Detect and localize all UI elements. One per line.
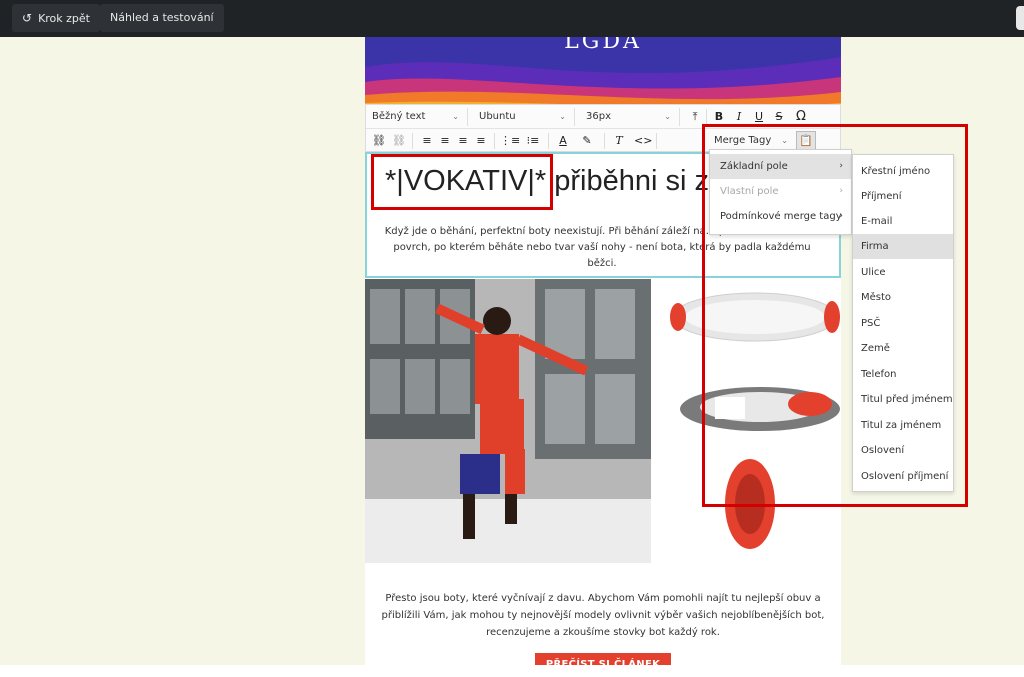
top-toolbar: ↺ Krok zpět Náhled a testování <box>0 0 1024 37</box>
runner-photo-graphic <box>365 279 651 563</box>
font-size-value: 36px <box>586 111 611 122</box>
toolbar-divider <box>706 109 707 125</box>
toolbar-divider <box>548 133 549 149</box>
chevron-down-icon: ⌄ <box>452 112 459 121</box>
body-paragraph[interactable]: Přesto jsou boty, které vyčnívají z davu… <box>365 590 841 641</box>
text-style-select[interactable]: Běžný text ⌄ <box>366 108 468 126</box>
ordered-list-icon[interactable]: ⋮≡ <box>500 132 520 150</box>
merge-tag-highlight-frame <box>371 154 553 210</box>
link-icon[interactable]: ⛓ <box>370 132 388 150</box>
preview-button[interactable]: Náhled a testování <box>100 4 224 32</box>
hero-banner: LGDA <box>365 37 841 109</box>
toolbar-divider <box>494 133 495 149</box>
headline-rest: přiběhni si z <box>554 165 709 197</box>
highlight-icon[interactable]: ✎ <box>578 132 596 150</box>
font-family-value: Ubuntu <box>479 111 516 122</box>
chevron-down-icon: ⌄ <box>559 112 566 121</box>
undo-icon: ↺ <box>22 11 33 25</box>
bottom-bar <box>0 665 1024 677</box>
code-icon[interactable]: <> <box>634 132 652 150</box>
menu-highlight-frame <box>702 124 968 507</box>
align-center-icon[interactable]: ≡ <box>436 132 454 150</box>
text-color-icon[interactable]: A <box>554 132 572 150</box>
undo-button[interactable]: ↺ Krok zpět <box>12 4 100 32</box>
topbar-edge-button[interactable] <box>1016 6 1024 30</box>
align-right-icon[interactable]: ≡ <box>454 132 472 150</box>
font-size-select[interactable]: 36px ⌄ <box>580 108 680 126</box>
undo-label: Krok zpět <box>38 12 90 25</box>
runner-photo <box>365 279 651 563</box>
align-justify-icon[interactable]: ≡ <box>472 132 490 150</box>
align-left-icon[interactable]: ≡ <box>418 132 436 150</box>
clear-format-icon[interactable]: T <box>610 132 628 150</box>
chevron-down-icon: ⌄ <box>664 112 671 121</box>
email-logo: LGDA <box>564 37 642 54</box>
text-style-value: Běžný text <box>372 111 426 122</box>
toolbar-divider <box>604 133 605 149</box>
toolbar-divider <box>656 133 657 149</box>
unlink-icon[interactable]: ⛓ <box>390 132 408 150</box>
font-family-select[interactable]: Ubuntu ⌄ <box>473 108 575 126</box>
bullet-list-icon[interactable]: ⁝≡ <box>524 132 542 150</box>
toolbar-divider <box>412 133 413 149</box>
preview-label: Náhled a testování <box>110 11 214 24</box>
